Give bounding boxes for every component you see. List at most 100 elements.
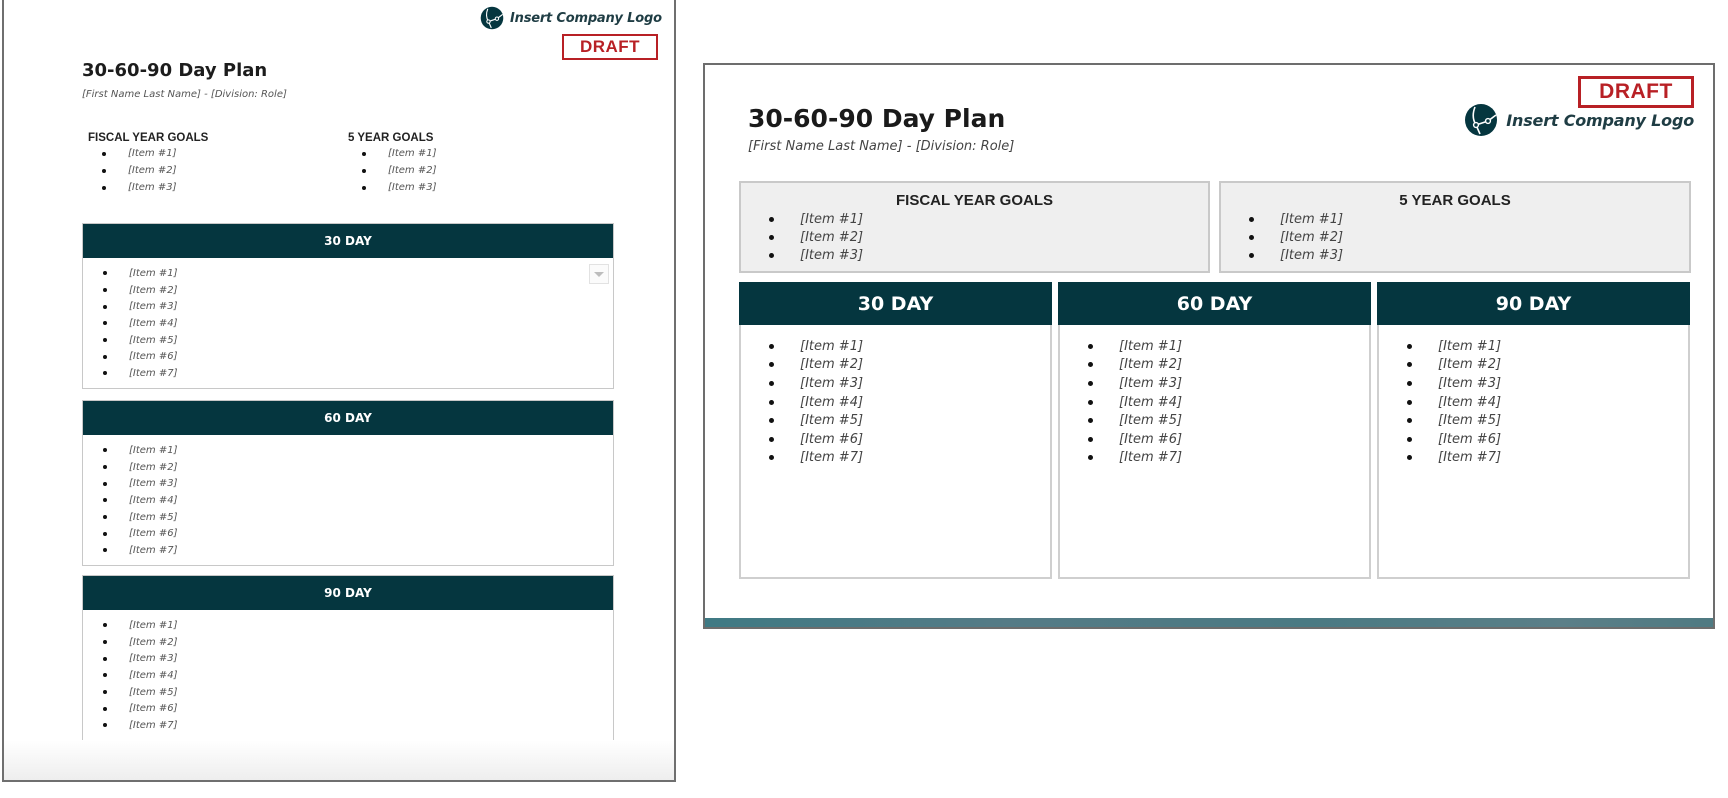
list-item[interactable]: [Item #3] (103, 650, 613, 667)
item-text: [Item #5] (1119, 413, 1183, 429)
bullet-icon (1088, 380, 1093, 386)
item-text: [Item #3] (800, 375, 864, 391)
item-text: [Item #6] (1119, 431, 1183, 447)
list-item[interactable]: [Item #2] (769, 228, 1208, 246)
logo-text: Insert Company Logo (1506, 110, 1694, 130)
list-item[interactable]: [Item #2] (103, 459, 613, 476)
globe-network-icon (480, 6, 504, 30)
list-item[interactable]: [Item #4] (1407, 393, 1688, 412)
page-subtitle: [First Name Last Name] - [Division: Role… (82, 89, 287, 100)
list-item[interactable]: [Item #1] (103, 265, 613, 282)
list-item[interactable]: [Item #3] (769, 246, 1208, 264)
bullet-icon (103, 271, 107, 276)
list-item[interactable]: [Item #1] (1249, 210, 1689, 228)
list-item[interactable]: [Item #1] (102, 145, 208, 162)
bullet-icon (103, 656, 107, 661)
list-item[interactable]: [Item #4] (103, 492, 613, 509)
logo-text: Insert Company Logo (510, 10, 662, 26)
list-item[interactable]: [Item #2] (362, 162, 437, 179)
item-text: [Item #3] (129, 478, 178, 490)
bullet-icon (102, 151, 106, 156)
list-item[interactable]: [Item #6] (769, 430, 1050, 449)
list-item[interactable]: [Item #5] (1407, 411, 1688, 430)
list-item[interactable]: [Item #5] (1088, 411, 1369, 430)
item-text: [Item #2] (129, 284, 178, 296)
list-item[interactable]: [Item #1] (103, 442, 613, 459)
bullet-icon (103, 673, 107, 678)
list-item[interactable]: [Item #4] (103, 315, 613, 332)
section-header: 60 DAY (83, 401, 613, 435)
bullet-icon (362, 185, 366, 190)
list-item[interactable]: [Item #1] (103, 617, 613, 634)
list-item[interactable]: [Item #6] (103, 700, 613, 717)
list-item[interactable]: [Item #2] (1407, 356, 1688, 375)
bullet-icon (103, 371, 107, 376)
bullet-icon (1407, 343, 1412, 349)
list-item[interactable]: [Item #1] (769, 210, 1208, 228)
section-90-day: 90 DAY [Item #1] [Item #2] [Item #3] [It… (82, 575, 614, 743)
list-item[interactable]: [Item #7] (103, 542, 613, 559)
list-item[interactable]: [Item #2] (769, 356, 1050, 375)
list-item[interactable]: [Item #7] (1088, 449, 1369, 468)
bullet-icon (103, 498, 107, 503)
bullet-icon (1088, 436, 1093, 442)
list-item[interactable]: [Item #3] (103, 298, 613, 315)
list-item[interactable]: [Item #5] (769, 411, 1050, 430)
bullet-icon (1407, 418, 1412, 424)
list-item[interactable]: [Item #2] (102, 162, 208, 179)
goals-heading: FISCAL YEAR GOALS (88, 132, 209, 144)
list-item[interactable]: [Item #2] (103, 282, 613, 299)
bullet-icon (769, 380, 774, 386)
column-header: 60 DAY (1058, 282, 1371, 325)
list-item[interactable]: [Item #6] (103, 525, 613, 542)
item-text: [Item #5] (129, 511, 178, 523)
list-item[interactable]: [Item #3] (1249, 246, 1689, 264)
list-item[interactable]: [Item #4] (103, 667, 613, 684)
list-item[interactable]: [Item #5] (103, 509, 613, 526)
list-item[interactable]: [Item #4] (769, 393, 1050, 412)
list-item[interactable]: [Item #6] (1407, 430, 1688, 449)
list-item[interactable]: [Item #3] (102, 179, 208, 196)
list-item[interactable]: [Item #4] (1088, 393, 1369, 412)
item-text: [Item #7] (129, 367, 178, 379)
list-item[interactable]: [Item #5] (103, 332, 613, 349)
list-item[interactable]: [Item #1] (1407, 337, 1688, 356)
list-item[interactable]: [Item #2] (1088, 356, 1369, 375)
dropdown-button[interactable] (589, 264, 609, 284)
list-item[interactable]: [Item #6] (1088, 430, 1369, 449)
bullet-icon (1407, 436, 1412, 442)
bullet-icon (103, 623, 107, 628)
list-item[interactable]: [Item #1] (362, 145, 437, 162)
bullet-icon (102, 185, 106, 190)
bullet-icon (1249, 252, 1254, 258)
bullet-icon (769, 399, 774, 405)
bullet-icon (769, 343, 774, 349)
item-text: [Item #4] (1438, 394, 1502, 410)
item-text: [Item #1] (129, 444, 178, 456)
item-text: [Item #4] (129, 317, 178, 329)
list-item[interactable]: [Item #3] (1088, 374, 1369, 393)
bullet-icon (1088, 418, 1093, 424)
list-item[interactable]: [Item #7] (103, 717, 613, 734)
page-title: 30-60-90 Day Plan (82, 60, 268, 81)
list-item[interactable]: [Item #3] (362, 179, 437, 196)
bullet-icon (769, 252, 774, 258)
list-item[interactable]: [Item #7] (769, 449, 1050, 468)
chevron-down-icon (594, 271, 604, 277)
list-item[interactable]: [Item #2] (1249, 228, 1689, 246)
list-item[interactable]: [Item #3] (103, 475, 613, 492)
bullet-icon (1249, 216, 1254, 222)
list-item[interactable]: [Item #5] (103, 684, 613, 701)
list-item[interactable]: [Item #1] (1088, 337, 1369, 356)
fiscal-year-goals: FISCAL YEAR GOALS [Item #1] [Item #2] [I… (739, 181, 1210, 273)
bullet-icon (103, 515, 107, 520)
list-item[interactable]: [Item #3] (1407, 374, 1688, 393)
bullet-icon (769, 216, 774, 222)
portrait-document: Insert Company Logo DRAFT 30-60-90 Day P… (2, 0, 676, 782)
list-item[interactable]: [Item #3] (769, 374, 1050, 393)
list-item[interactable]: [Item #2] (103, 634, 613, 651)
list-item[interactable]: [Item #6] (103, 348, 613, 365)
list-item[interactable]: [Item #7] (103, 365, 613, 382)
list-item[interactable]: [Item #7] (1407, 449, 1688, 468)
list-item[interactable]: [Item #1] (769, 337, 1050, 356)
